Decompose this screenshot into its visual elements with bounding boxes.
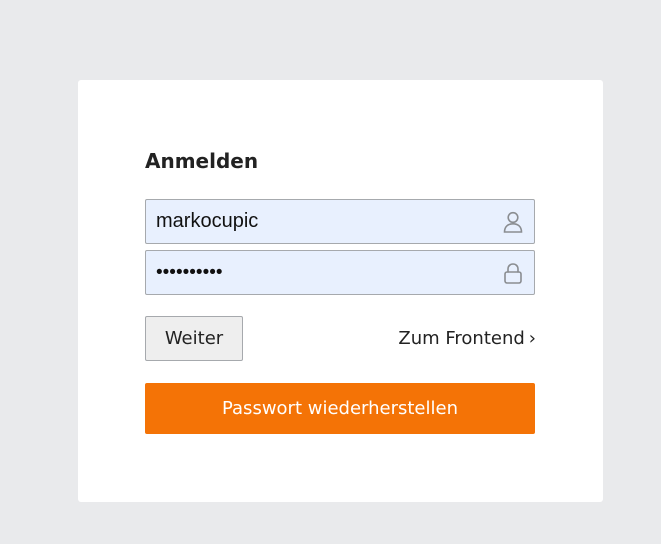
password-input[interactable] — [146, 251, 534, 294]
login-card: Anmelden Weiter Zum Frontend› Passwort w… — [78, 80, 603, 502]
user-icon — [502, 210, 524, 234]
chevron-right-icon: › — [528, 328, 536, 349]
frontend-link-label: Zum Frontend — [398, 328, 525, 349]
lock-icon — [502, 261, 524, 285]
username-input[interactable] — [146, 200, 534, 243]
continue-button[interactable]: Weiter — [145, 316, 243, 361]
login-title: Anmelden — [145, 149, 259, 173]
frontend-link[interactable]: Zum Frontend › — [398, 326, 536, 352]
password-field[interactable] — [145, 250, 535, 295]
reset-password-button[interactable]: Passwort wiederherstellen — [145, 383, 535, 434]
username-field[interactable] — [145, 199, 535, 244]
